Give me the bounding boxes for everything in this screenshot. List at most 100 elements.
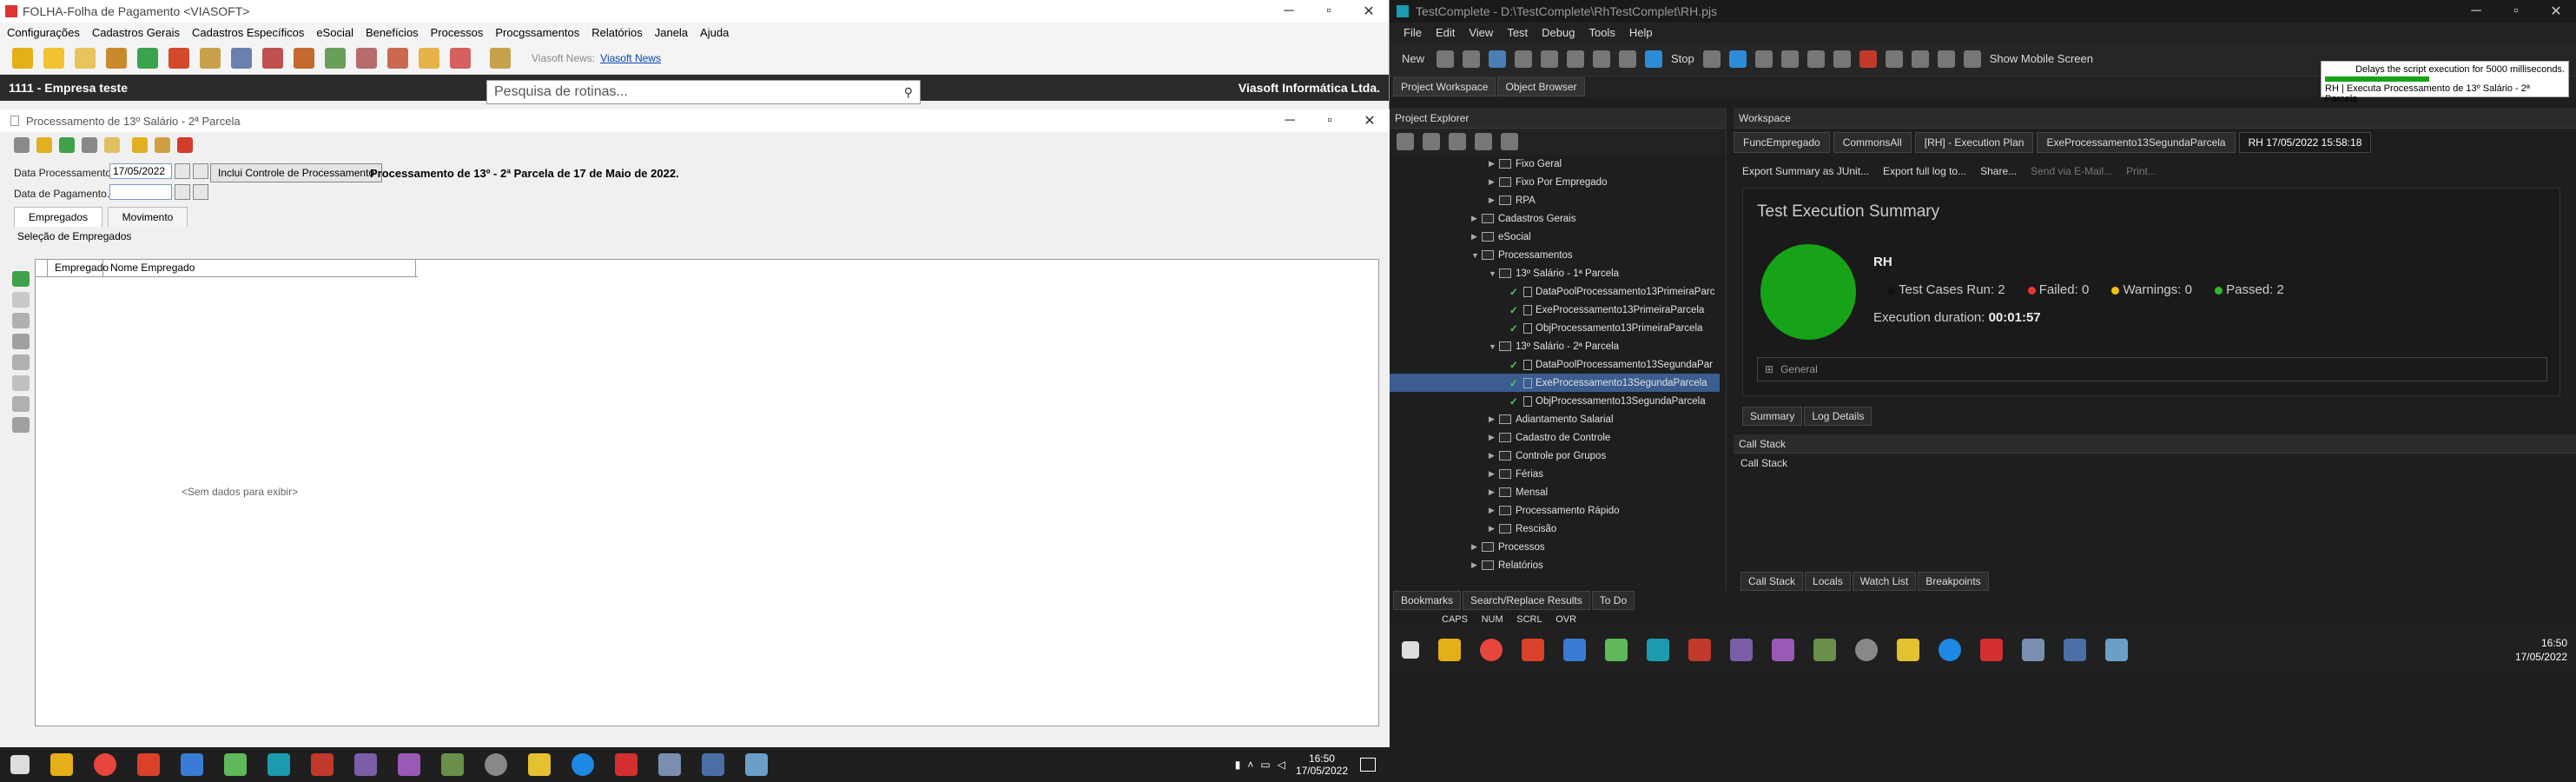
menu-view[interactable]: View <box>1469 26 1493 39</box>
clock-app-icon[interactable] <box>485 753 507 776</box>
employees-grid[interactable]: Empregado Nome Empregado <Sem dados para… <box>35 259 1379 726</box>
mic-icon[interactable]: ▮ <box>1235 759 1241 771</box>
close-button[interactable]: ✕ <box>1349 0 1389 23</box>
edge-icon[interactable] <box>571 753 594 776</box>
tree-node-processos[interactable]: ▶ Processos <box>1390 538 1720 556</box>
chevron-up-icon[interactable]: ˄ <box>1247 759 1253 771</box>
tree-node-ferias[interactable]: ▶ Férias <box>1390 465 1720 483</box>
tree-node-cadastro-controle[interactable]: ▶ Cadastro de Controle <box>1390 428 1720 447</box>
gear-icon[interactable] <box>387 47 408 69</box>
notes-icon-2[interactable] <box>1813 639 1836 661</box>
people-icon[interactable] <box>168 47 189 69</box>
column-nome-empregado[interactable]: Nome Empregado <box>103 260 416 276</box>
grid-icon[interactable] <box>12 417 30 433</box>
calendar-icon[interactable] <box>175 163 190 179</box>
explorer-folder-icon[interactable] <box>1423 133 1440 150</box>
clock-app-icon-2[interactable] <box>1855 639 1878 661</box>
tab-empregados[interactable]: Empregados <box>14 207 103 227</box>
edit-icon[interactable] <box>132 137 148 153</box>
chrome-icon[interactable] <box>94 753 116 776</box>
edge-icon-2[interactable] <box>1939 639 1961 661</box>
menu-ajuda[interactable]: Ajuda <box>700 26 729 39</box>
undo-icon[interactable] <box>12 375 30 391</box>
notifications-icon[interactable] <box>1360 758 1376 772</box>
copy-icon[interactable] <box>1541 50 1559 68</box>
print-button[interactable]: Print... <box>2126 165 2157 177</box>
report-icon[interactable] <box>231 47 252 69</box>
app-icon-red[interactable] <box>311 753 334 776</box>
tree-node-esocial[interactable]: ▶ eSocial <box>1390 228 1720 246</box>
tree-node-exe-13-primeira[interactable]: ✓ ExeProcessamento13PrimeiraParcela <box>1390 301 1720 319</box>
recycle-icon[interactable] <box>137 47 158 69</box>
box-icon[interactable] <box>106 47 127 69</box>
users-icon[interactable] <box>294 47 314 69</box>
discord-icon-2[interactable] <box>1730 639 1753 661</box>
step-over-icon[interactable] <box>1754 50 1773 68</box>
tree-node-relatorios[interactable]: ▶ Relatórios <box>1390 556 1720 574</box>
tree-node-13-segunda[interactable]: ▼ 13º Salário - 2ª Parcela <box>1390 337 1720 355</box>
tree-node-fixo-geral[interactable]: ▶ Fixo Geral <box>1390 155 1720 173</box>
step-out-icon[interactable] <box>1807 50 1825 68</box>
child-maximize-button[interactable]: ▫ <box>1310 109 1350 132</box>
stop-button[interactable]: Stop <box>1671 52 1694 65</box>
tab-watch-list[interactable]: Watch List <box>1852 572 1917 591</box>
grid-view-icon[interactable] <box>1833 50 1851 68</box>
menu-edit[interactable]: Edit <box>1436 26 1455 39</box>
delete-icon[interactable] <box>12 313 30 328</box>
key-icon[interactable] <box>419 47 439 69</box>
new-button[interactable]: New <box>1402 52 1424 65</box>
step-into-icon[interactable] <box>1780 50 1799 68</box>
testcomplete-icon[interactable] <box>268 753 290 776</box>
export-log-button[interactable]: Export full log to... <box>1883 165 1966 177</box>
paste-icon[interactable] <box>1567 50 1585 68</box>
bug-icon-4[interactable] <box>1937 50 1955 68</box>
github-icon-2[interactable] <box>1772 639 1794 661</box>
tree-node-datapool-13-segunda[interactable]: ✓ DataPoolProcessamento13SegundaPar <box>1390 355 1720 374</box>
menu-beneficios[interactable]: Benefícios <box>366 26 419 39</box>
data-pagamento-input[interactable] <box>109 184 172 200</box>
list-icon[interactable] <box>14 137 30 153</box>
computer-icon-2[interactable] <box>2022 639 2044 661</box>
window-app-icon-2[interactable] <box>2105 639 2128 661</box>
lookup-icon[interactable] <box>193 163 208 179</box>
file-explorer-icon-2[interactable] <box>1438 639 1461 661</box>
mobile-icon[interactable] <box>1963 50 1981 68</box>
menu-file[interactable]: File <box>1404 26 1422 39</box>
tab-movimento[interactable]: Movimento <box>107 207 188 227</box>
start-icon-2[interactable] <box>1402 641 1419 659</box>
app-icon-red-2[interactable] <box>1688 639 1711 661</box>
tab-search-replace[interactable]: Search/Replace Results <box>1463 591 1590 610</box>
tc-maximize-button[interactable]: ▫ <box>2496 0 2536 23</box>
print-icon[interactable] <box>155 137 170 153</box>
warning-icon[interactable] <box>177 137 193 153</box>
ws-tab-execution-plan[interactable]: [RH] - Execution Plan <box>1914 132 2034 153</box>
tool-icon[interactable] <box>181 753 203 776</box>
ws-tab-commonsall[interactable]: CommonsAll <box>1833 132 1912 153</box>
tree-node-controle-grupos[interactable]: ▶ Controle por Grupos <box>1390 447 1720 465</box>
open-icon[interactable] <box>1437 50 1455 68</box>
menu-tools[interactable]: Tools <box>1589 26 1615 39</box>
tree-node-obj-13-primeira[interactable]: ✓ ObjProcessamento13PrimeiraParcela <box>1390 319 1720 337</box>
w-app-icon-2[interactable] <box>1980 639 2003 661</box>
ws-tab-log[interactable]: RH 17/05/2022 15:58:18 <box>2238 132 2372 153</box>
sticky-notes-icon[interactable] <box>528 753 551 776</box>
tab-log-details[interactable]: Log Details <box>1804 407 1873 426</box>
tree-node-adiantamento[interactable]: ▶ Adiantamento Salarial <box>1390 410 1720 428</box>
tree-node-rescisao[interactable]: ▶ Rescisão <box>1390 520 1720 538</box>
tree-node-processamentos[interactable]: ▼ Processamentos <box>1390 246 1720 264</box>
favorite-icon[interactable] <box>43 47 64 69</box>
calendar-icon-2[interactable] <box>175 184 190 200</box>
help-icon[interactable] <box>490 47 511 69</box>
sticky-notes-icon-2[interactable] <box>1897 639 1919 661</box>
tree-node-fixo-por-empregado[interactable]: ▶ Fixo Por Empregado <box>1390 173 1720 191</box>
menu-cadastros-especificos[interactable]: Cadastros Específicos <box>192 26 304 39</box>
calculator-icon[interactable] <box>200 47 221 69</box>
menu-janela[interactable]: Janela <box>655 26 688 39</box>
ws-tab-funcempregado[interactable]: FuncEmpregado <box>1734 132 1830 153</box>
arrows-icon[interactable] <box>325 47 346 69</box>
vivaldi-icon[interactable] <box>137 753 160 776</box>
insert-icon[interactable] <box>36 137 52 153</box>
network-icon[interactable]: ▭ <box>1260 759 1270 771</box>
export-junit-button[interactable]: Export Summary as JUnit... <box>1742 165 1869 177</box>
tab-locals[interactable]: Locals <box>1805 572 1851 591</box>
